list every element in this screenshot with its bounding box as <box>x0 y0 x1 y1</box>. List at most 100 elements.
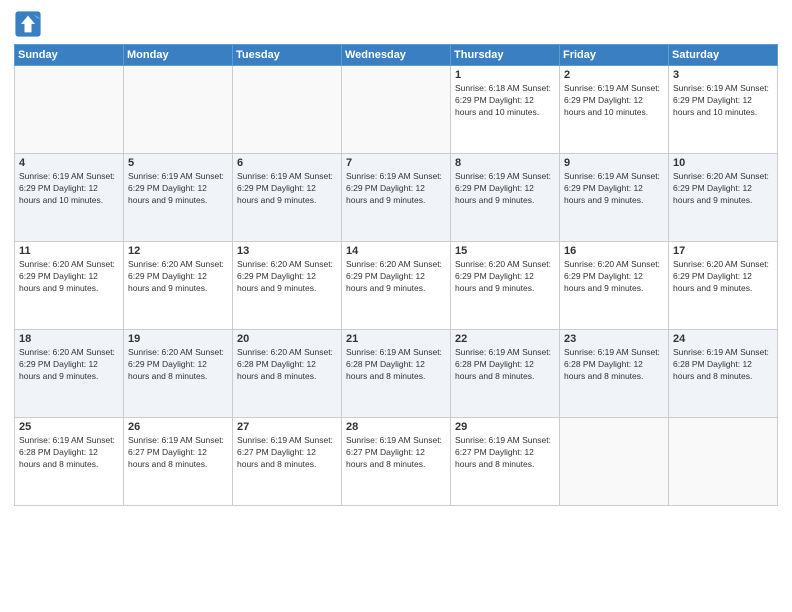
day-info: Sunrise: 6:19 AM Sunset: 6:28 PM Dayligh… <box>455 347 555 383</box>
day-info: Sunrise: 6:19 AM Sunset: 6:28 PM Dayligh… <box>564 347 664 383</box>
day-info: Sunrise: 6:19 AM Sunset: 6:29 PM Dayligh… <box>564 83 664 119</box>
calendar-day-cell: 26 Sunrise: 6:19 AM Sunset: 6:27 PM Dayli… <box>124 418 233 506</box>
day-number: 19 <box>128 333 228 345</box>
calendar-day-cell: 9 Sunrise: 6:19 AM Sunset: 6:29 PM Daylig… <box>560 154 669 242</box>
calendar-week-row: 4 Sunrise: 6:19 AM Sunset: 6:29 PM Daylig… <box>15 154 778 242</box>
calendar-day-cell: 10 Sunrise: 6:20 AM Sunset: 6:29 PM Dayli… <box>669 154 778 242</box>
calendar-day-cell <box>233 66 342 154</box>
day-info: Sunrise: 6:20 AM Sunset: 6:29 PM Dayligh… <box>128 347 228 383</box>
calendar-week-row: 11 Sunrise: 6:20 AM Sunset: 6:29 PM Dayli… <box>15 242 778 330</box>
day-number: 11 <box>19 245 119 257</box>
calendar-day-cell: 13 Sunrise: 6:20 AM Sunset: 6:29 PM Dayli… <box>233 242 342 330</box>
day-number: 10 <box>673 157 773 169</box>
day-number: 25 <box>19 421 119 433</box>
day-info: Sunrise: 6:18 AM Sunset: 6:29 PM Dayligh… <box>455 83 555 119</box>
day-info: Sunrise: 6:19 AM Sunset: 6:27 PM Dayligh… <box>455 435 555 471</box>
day-number: 26 <box>128 421 228 433</box>
logo <box>14 10 46 38</box>
calendar-day-cell <box>15 66 124 154</box>
calendar-day-cell <box>669 418 778 506</box>
day-number: 20 <box>237 333 337 345</box>
calendar-day-cell: 12Sunrise: 6:20 AM Sunset: 6:29 PM Dayli… <box>124 242 233 330</box>
day-info: Sunrise: 6:20 AM Sunset: 6:29 PM Dayligh… <box>673 259 773 295</box>
day-number: 5 <box>128 157 228 169</box>
calendar-day-cell: 27 Sunrise: 6:19 AM Sunset: 6:27 PM Dayli… <box>233 418 342 506</box>
day-number: 21 <box>346 333 446 345</box>
calendar-day-cell: 28Sunrise: 6:19 AM Sunset: 6:27 PM Dayli… <box>342 418 451 506</box>
calendar-day-cell: 29 Sunrise: 6:19 AM Sunset: 6:27 PM Dayli… <box>451 418 560 506</box>
day-number: 13 <box>237 245 337 257</box>
day-info: Sunrise: 6:19 AM Sunset: 6:28 PM Dayligh… <box>346 347 446 383</box>
calendar-day-cell <box>342 66 451 154</box>
day-info: Sunrise: 6:19 AM Sunset: 6:27 PM Dayligh… <box>128 435 228 471</box>
calendar-day-cell: 4 Sunrise: 6:19 AM Sunset: 6:29 PM Daylig… <box>15 154 124 242</box>
calendar-day-cell: 5 Sunrise: 6:19 AM Sunset: 6:29 PM Daylig… <box>124 154 233 242</box>
calendar-week-row: 25 Sunrise: 6:19 AM Sunset: 6:28 PM Dayli… <box>15 418 778 506</box>
calendar-header-row: SundayMondayTuesdayWednesdayThursdayFrid… <box>15 45 778 66</box>
day-number: 17 <box>673 245 773 257</box>
day-number: 4 <box>19 157 119 169</box>
day-info: Sunrise: 6:19 AM Sunset: 6:29 PM Dayligh… <box>455 171 555 207</box>
day-info: Sunrise: 6:20 AM Sunset: 6:29 PM Dayligh… <box>19 347 119 383</box>
day-number: 8 <box>455 157 555 169</box>
calendar-week-row: 1 Sunrise: 6:18 AM Sunset: 6:29 PM Daylig… <box>15 66 778 154</box>
day-number: 15 <box>455 245 555 257</box>
day-number: 24 <box>673 333 773 345</box>
calendar-day-cell: 2Sunrise: 6:19 AM Sunset: 6:29 PM Daylig… <box>560 66 669 154</box>
day-info: Sunrise: 6:20 AM Sunset: 6:29 PM Dayligh… <box>346 259 446 295</box>
calendar-day-cell: 11 Sunrise: 6:20 AM Sunset: 6:29 PM Dayli… <box>15 242 124 330</box>
calendar-day-cell: 19 Sunrise: 6:20 AM Sunset: 6:29 PM Dayli… <box>124 330 233 418</box>
calendar-day-cell: 8 Sunrise: 6:19 AM Sunset: 6:29 PM Daylig… <box>451 154 560 242</box>
calendar-day-header: Wednesday <box>342 45 451 66</box>
day-info: Sunrise: 6:19 AM Sunset: 6:29 PM Dayligh… <box>346 171 446 207</box>
day-info: Sunrise: 6:19 AM Sunset: 6:29 PM Dayligh… <box>673 83 773 119</box>
calendar-day-cell: 24 Sunrise: 6:19 AM Sunset: 6:28 PM Dayli… <box>669 330 778 418</box>
calendar-day-cell: 1 Sunrise: 6:18 AM Sunset: 6:29 PM Daylig… <box>451 66 560 154</box>
day-info: Sunrise: 6:20 AM Sunset: 6:29 PM Dayligh… <box>237 259 337 295</box>
header <box>14 10 778 38</box>
day-number: 18 <box>19 333 119 345</box>
page: SundayMondayTuesdayWednesdayThursdayFrid… <box>0 0 792 612</box>
calendar-table: SundayMondayTuesdayWednesdayThursdayFrid… <box>14 44 778 506</box>
day-number: 28 <box>346 421 446 433</box>
day-number: 14 <box>346 245 446 257</box>
calendar-day-header: Tuesday <box>233 45 342 66</box>
day-info: Sunrise: 6:20 AM Sunset: 6:29 PM Dayligh… <box>19 259 119 295</box>
day-info: Sunrise: 6:20 AM Sunset: 6:29 PM Dayligh… <box>564 259 664 295</box>
day-info: Sunrise: 6:20 AM Sunset: 6:29 PM Dayligh… <box>128 259 228 295</box>
calendar-day-cell: 16 Sunrise: 6:20 AM Sunset: 6:29 PM Dayli… <box>560 242 669 330</box>
day-number: 16 <box>564 245 664 257</box>
day-info: Sunrise: 6:20 AM Sunset: 6:29 PM Dayligh… <box>673 171 773 207</box>
calendar-day-header: Sunday <box>15 45 124 66</box>
calendar-day-header: Friday <box>560 45 669 66</box>
calendar-day-header: Saturday <box>669 45 778 66</box>
day-info: Sunrise: 6:19 AM Sunset: 6:28 PM Dayligh… <box>673 347 773 383</box>
logo-icon <box>14 10 42 38</box>
day-number: 7 <box>346 157 446 169</box>
day-info: Sunrise: 6:19 AM Sunset: 6:29 PM Dayligh… <box>19 171 119 207</box>
day-number: 27 <box>237 421 337 433</box>
day-number: 1 <box>455 69 555 81</box>
calendar-day-cell: 21 Sunrise: 6:19 AM Sunset: 6:28 PM Dayli… <box>342 330 451 418</box>
calendar-week-row: 18 Sunrise: 6:20 AM Sunset: 6:29 PM Dayli… <box>15 330 778 418</box>
calendar-day-cell: 23 Sunrise: 6:19 AM Sunset: 6:28 PM Dayli… <box>560 330 669 418</box>
day-info: Sunrise: 6:19 AM Sunset: 6:29 PM Dayligh… <box>128 171 228 207</box>
day-info: Sunrise: 6:19 AM Sunset: 6:28 PM Dayligh… <box>19 435 119 471</box>
calendar-day-cell <box>124 66 233 154</box>
calendar-day-cell: 18 Sunrise: 6:20 AM Sunset: 6:29 PM Dayli… <box>15 330 124 418</box>
day-number: 9 <box>564 157 664 169</box>
day-info: Sunrise: 6:20 AM Sunset: 6:28 PM Dayligh… <box>237 347 337 383</box>
day-info: Sunrise: 6:19 AM Sunset: 6:29 PM Dayligh… <box>237 171 337 207</box>
calendar-day-cell: 20 Sunrise: 6:20 AM Sunset: 6:28 PM Dayli… <box>233 330 342 418</box>
day-number: 6 <box>237 157 337 169</box>
calendar-day-cell: 22Sunrise: 6:19 AM Sunset: 6:28 PM Dayli… <box>451 330 560 418</box>
day-number: 29 <box>455 421 555 433</box>
day-info: Sunrise: 6:19 AM Sunset: 6:29 PM Dayligh… <box>564 171 664 207</box>
calendar-day-header: Monday <box>124 45 233 66</box>
calendar-day-cell: 6 Sunrise: 6:19 AM Sunset: 6:29 PM Daylig… <box>233 154 342 242</box>
calendar-day-cell: 3 Sunrise: 6:19 AM Sunset: 6:29 PM Daylig… <box>669 66 778 154</box>
day-number: 23 <box>564 333 664 345</box>
calendar-day-cell: 17 Sunrise: 6:20 AM Sunset: 6:29 PM Dayli… <box>669 242 778 330</box>
day-number: 3 <box>673 69 773 81</box>
day-info: Sunrise: 6:19 AM Sunset: 6:27 PM Dayligh… <box>237 435 337 471</box>
